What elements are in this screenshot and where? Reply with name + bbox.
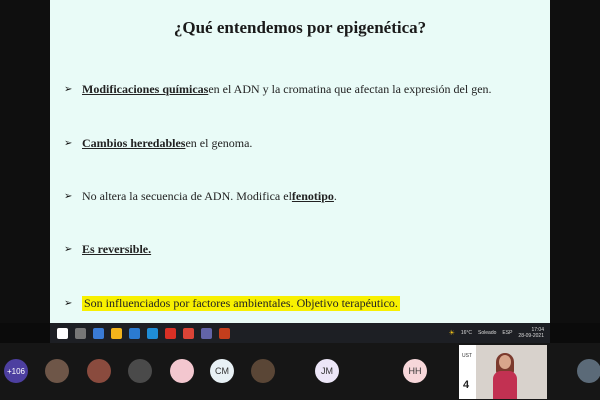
- search-icon[interactable]: [75, 327, 86, 339]
- bullet-4: ➢ Es reversible.: [64, 242, 151, 257]
- participant-initials-cm[interactable]: CM: [210, 359, 234, 383]
- language-indicator[interactable]: ESP: [502, 330, 512, 336]
- store-icon[interactable]: [129, 327, 140, 339]
- file-explorer-icon[interactable]: [111, 327, 122, 339]
- participant-avatar[interactable]: [170, 359, 194, 383]
- bullet-5: ➢ Son influenciados por factores ambient…: [64, 296, 400, 311]
- slide-title: ¿Qué entendemos por epigenética?: [173, 18, 427, 37]
- arrow-bullet-icon: ➢: [64, 191, 73, 202]
- bullet-2: ➢ Cambios heredables en el genoma.: [64, 136, 252, 151]
- bullet-3-text: .: [333, 189, 337, 203]
- arrow-bullet-icon: ➢: [64, 138, 73, 149]
- speaker-body: [493, 371, 517, 399]
- participant-initials-hh[interactable]: HH: [403, 359, 427, 383]
- participant-avatar[interactable]: [45, 359, 69, 383]
- bullet-3: ➢ No altera la secuencia de ADN. Modific…: [64, 189, 337, 204]
- arrow-bullet-icon: ➢: [64, 244, 73, 255]
- date: 28-09-2021: [518, 333, 544, 339]
- bullet-2-bold: Cambios heredables: [82, 136, 186, 150]
- temperature: 16°C: [460, 330, 473, 336]
- windows-taskbar: ☀ 16°C Soleado ESP 17:04 28-09-2021: [50, 323, 550, 343]
- weather-icon: ☀: [448, 330, 455, 337]
- speaker-face: [499, 355, 511, 369]
- teams-icon[interactable]: [201, 327, 212, 339]
- bullet-1-bold: Modificaciones químicas: [82, 82, 209, 96]
- more-participants-badge[interactable]: +106: [4, 359, 28, 383]
- weather-text: Soleado: [478, 330, 497, 336]
- edge-icon[interactable]: [93, 327, 104, 339]
- bullet-4-bold: Es reversible.: [82, 242, 152, 256]
- bullet-3-pre: No altera la secuencia de ADN. Modifica …: [82, 189, 292, 203]
- participant-avatar[interactable]: [128, 359, 152, 383]
- bullet-1-text: en el ADN y la cromatina que afectan la …: [208, 82, 492, 96]
- arrow-bullet-icon: ➢: [64, 84, 73, 95]
- left-black-border: [0, 0, 50, 323]
- bullet-3-bold: fenotipo: [291, 189, 334, 203]
- video-sidebar: UST 4: [459, 345, 476, 399]
- ust-logo: UST: [462, 353, 472, 359]
- participant-avatar[interactable]: [577, 359, 600, 383]
- bullet-1: ➢ Modificaciones químicas en el ADN y la…: [64, 82, 492, 97]
- speaker-figure: [491, 353, 519, 399]
- ie-icon[interactable]: [147, 327, 158, 339]
- participant-avatar[interactable]: [87, 359, 111, 383]
- chrome-icon[interactable]: [183, 327, 194, 339]
- video-number: 4: [463, 379, 470, 391]
- powerpoint-icon[interactable]: [219, 327, 230, 339]
- windows-start-icon[interactable]: [57, 327, 68, 339]
- participant-avatar[interactable]: [251, 359, 275, 383]
- presentation-slide: ¿Qué entendemos por epigenética? ➢ Modif…: [50, 0, 550, 323]
- speaker-video[interactable]: UST 4: [459, 345, 547, 399]
- system-tray: ☀ 16°C Soleado ESP 17:04 28-09-2021: [449, 323, 544, 343]
- acrobat-icon[interactable]: [165, 327, 176, 339]
- clock[interactable]: 17:04 28-09-2021: [518, 327, 544, 339]
- bullet-5-highlight: Son influenciados por factores ambiental…: [82, 296, 400, 311]
- right-black-border: [550, 0, 600, 323]
- participant-initials-jm[interactable]: JM: [315, 359, 339, 383]
- bullet-2-text: en el genoma.: [185, 136, 253, 150]
- arrow-bullet-icon: ➢: [64, 298, 73, 309]
